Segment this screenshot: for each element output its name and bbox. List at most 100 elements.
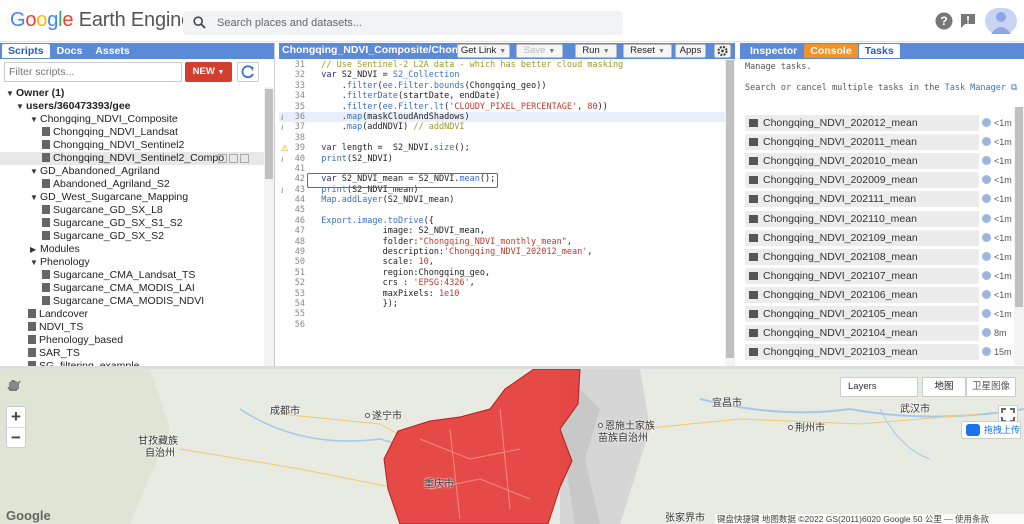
code-line[interactable]: 50 scale: 10, xyxy=(279,257,725,267)
chevron-down-icon[interactable]: ▼ xyxy=(30,165,40,178)
code-line[interactable]: 51 region:Chongqing_geo, xyxy=(279,268,725,278)
scripts-scrollbar[interactable] xyxy=(264,87,274,368)
task-manager-link[interactable]: Task Manager xyxy=(945,83,1006,93)
task-item[interactable]: Chongqing_NDVI_202012_mean xyxy=(745,115,979,131)
chevron-down-icon[interactable]: ▼ xyxy=(6,87,16,100)
settings-button[interactable] xyxy=(714,44,731,58)
script-tree-item[interactable]: Sugarcane_GD_SX_S2 xyxy=(0,230,264,243)
script-tree-item[interactable]: Chongqing_NDVI_Sentinel2 xyxy=(0,139,264,152)
script-tree-item[interactable]: NDVI_TS xyxy=(0,321,264,334)
reset-button[interactable]: Reset ▼ xyxy=(623,44,672,58)
task-item[interactable]: Chongqing_NDVI_202010_mean xyxy=(745,153,979,170)
script-tree-item[interactable]: Sugarcane_CMA_MODIS_NDVI xyxy=(0,295,264,308)
new-button[interactable]: NEW ▼ xyxy=(185,62,232,82)
task-item[interactable]: Chongqing_NDVI_202108_mean xyxy=(745,248,979,265)
tab-tasks[interactable]: Tasks xyxy=(858,44,900,58)
filter-scripts-input[interactable] xyxy=(4,62,182,82)
script-tree-item[interactable]: Chongqing_NDVI_Sentinel2_Compo xyxy=(0,152,264,165)
rename-icon[interactable] xyxy=(218,154,227,163)
help-icon[interactable]: ? xyxy=(935,12,953,30)
script-tree-item[interactable]: ▶ Modules xyxy=(0,243,264,256)
map-view[interactable]: 成都市 遂宁市 甘孜藏族 自治州 恩施土家族 苗族自治州 宜昌市 荆州市 武汉市… xyxy=(0,369,1024,524)
script-tree-item[interactable]: Sugarcane_CMA_MODIS_LAI xyxy=(0,282,264,295)
get-link-button[interactable]: Get Link ▼ xyxy=(457,44,510,58)
task-item[interactable]: Chongqing_NDVI_202109_mean xyxy=(745,229,979,246)
tab-scripts[interactable]: Scripts xyxy=(2,44,50,58)
zoom-in-button[interactable]: + xyxy=(7,407,25,427)
script-tree-item[interactable]: Chongqing_NDVI_Landsat xyxy=(0,126,264,139)
script-tree-item[interactable]: ▼ Owner (1) xyxy=(0,87,264,100)
task-item[interactable]: Chongqing_NDVI_202104_mean xyxy=(745,325,979,342)
tab-docs[interactable]: Docs xyxy=(51,44,89,58)
warning-icon[interactable]: ⚠ xyxy=(281,143,291,153)
code-line[interactable]: i 36 .map(maskCloudAndShadows) xyxy=(279,111,725,123)
refresh-button[interactable] xyxy=(237,62,259,82)
script-tree-item[interactable]: Landcover xyxy=(0,308,264,321)
task-item[interactable]: Chongqing_NDVI_202107_mean xyxy=(745,267,979,284)
run-button[interactable]: Run ▼ xyxy=(575,44,617,58)
search-input[interactable] xyxy=(217,14,617,32)
code-line[interactable]: 35 .filter(ee.Filter.lt('CLOUDY_PIXEL_PE… xyxy=(279,102,725,112)
code-line[interactable]: i 40 print(S2_NDVI) xyxy=(279,154,725,164)
tab-assets[interactable]: Assets xyxy=(89,44,135,58)
polygon-icon[interactable] xyxy=(9,379,84,391)
map-type-button[interactable]: 地图 xyxy=(922,377,966,397)
code-line[interactable]: i 37 .map(addNDVI) // addNDVI xyxy=(279,122,725,132)
tasks-scrollbar[interactable] xyxy=(1014,107,1024,365)
script-tree-item[interactable]: ▼ users/360473393/gee xyxy=(0,100,264,113)
tab-inspector[interactable]: Inspector xyxy=(744,44,803,58)
map-attribution[interactable]: 键盘快捷键 地图数据 ©2022 GS(2011)6020 Google 50 … xyxy=(715,514,1024,524)
task-item[interactable]: Chongqing_NDVI_202106_mean xyxy=(745,286,979,303)
code-line[interactable]: 45 xyxy=(279,205,725,215)
editor-scrollbar[interactable] xyxy=(725,60,735,368)
drag-upload-button[interactable]: 拖拽上传 xyxy=(961,421,1021,439)
info-icon[interactable]: i xyxy=(281,112,291,122)
task-item[interactable]: Chongqing_NDVI_202105_mean xyxy=(745,306,979,322)
chevron-down-icon[interactable]: ▼ xyxy=(30,191,40,204)
info-icon[interactable]: i xyxy=(281,154,291,164)
point-marker-icon[interactable] xyxy=(11,379,42,391)
code-line[interactable]: 31 // Use Sentinel-2 L2A data - which ha… xyxy=(279,60,725,70)
layers-button[interactable]: Layers xyxy=(840,377,918,397)
script-tree-item[interactable]: Sugarcane_CMA_Landsat_TS xyxy=(0,269,264,282)
code-line[interactable]: 52 crs : 'EPSG:4326', xyxy=(279,278,725,288)
task-item[interactable]: Chongqing_NDVI_202110_mean xyxy=(745,210,979,227)
script-tree-item[interactable]: Sugarcane_GD_SX_S1_S2 xyxy=(0,217,264,230)
polyline-icon[interactable] xyxy=(7,379,63,391)
code-line[interactable]: 34 .filterDate(startDate, endDate) xyxy=(279,91,725,101)
earth-engine-logo[interactable]: Google Earth Engine xyxy=(10,9,192,32)
tab-console[interactable]: Console xyxy=(804,44,858,58)
apps-button[interactable]: Apps xyxy=(675,44,706,58)
info-icon[interactable]: i xyxy=(281,185,291,195)
zoom-out-button[interactable]: − xyxy=(7,427,25,447)
script-tree-item[interactable]: Phenology_based xyxy=(0,334,264,347)
script-tree-item[interactable]: SAR_TS xyxy=(0,347,264,360)
code-line[interactable]: 56 xyxy=(279,320,725,330)
script-tree-item[interactable]: ▼ Phenology xyxy=(0,256,264,269)
info-icon[interactable]: i xyxy=(281,122,291,132)
code-line[interactable]: ⚠ 39 var length = S2_NDVI.size(); xyxy=(279,143,725,153)
code-area[interactable]: 31 // Use Sentinel-2 L2A data - which ha… xyxy=(279,60,725,368)
delete-icon[interactable] xyxy=(240,154,249,163)
code-line[interactable]: 32 var S2_NDVI = S2_Collection xyxy=(279,70,725,80)
script-tree-item[interactable]: ▼ GD_Abandoned_Agriland xyxy=(0,165,264,178)
script-tree-item[interactable]: Sugarcane_GD_SX_L8 xyxy=(0,204,264,217)
task-item[interactable]: Chongqing_NDVI_202111_mean xyxy=(745,191,979,208)
code-line[interactable]: 47 image: S2_NDVI_mean, xyxy=(279,226,725,236)
script-tree-item[interactable]: Abandoned_Agriland_S2 xyxy=(0,178,264,191)
chevron-right-icon[interactable]: ▶ xyxy=(30,243,40,256)
account-avatar[interactable] xyxy=(985,8,1017,34)
task-item[interactable]: Chongqing_NDVI_202103_mean xyxy=(745,344,979,361)
code-line[interactable]: 46 Export.image.toDrive({ xyxy=(279,216,725,226)
script-tree-item[interactable]: ▼ Chongqing_NDVI_Composite xyxy=(0,113,264,126)
code-line[interactable]: 55 xyxy=(279,309,725,319)
rectangle-icon[interactable] xyxy=(9,379,105,391)
code-line[interactable]: 53 maxPixels: 1e10 xyxy=(279,289,725,299)
code-line[interactable]: 49 description:'Chongqing_NDVI_202012_me… xyxy=(279,247,725,257)
satellite-type-button[interactable]: 卫星图像 xyxy=(966,377,1016,397)
task-item[interactable]: Chongqing_NDVI_202011_mean xyxy=(745,134,979,151)
code-line[interactable]: 38 xyxy=(279,133,725,143)
code-line[interactable]: 48 folder:"Chongqing_NDVI_monthly_mean", xyxy=(279,237,725,247)
feedback-icon[interactable] xyxy=(959,12,977,30)
code-line[interactable]: 33 .filter(ee.Filter.bounds(Chongqing_ge… xyxy=(279,81,725,91)
